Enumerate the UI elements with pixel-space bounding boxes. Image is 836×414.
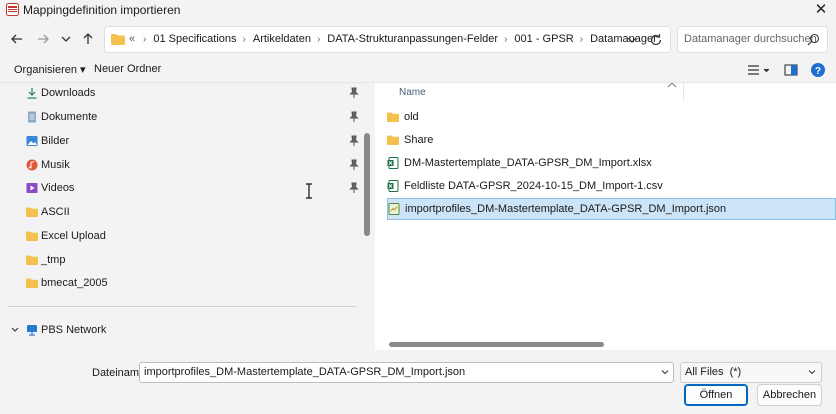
pin-icon [349, 182, 359, 193]
file-name: Share [404, 134, 434, 146]
excel-icon [387, 180, 399, 192]
list-item[interactable]: old [387, 106, 836, 128]
column-header-name[interactable]: Name [399, 87, 426, 98]
file-name: importprofiles_DM-Mastertemplate_DATA-GP… [405, 203, 727, 215]
pin-icon [349, 87, 359, 98]
sort-indicator-icon [667, 83, 677, 88]
sidebar-item-label: PBS Network [41, 324, 107, 336]
filename-value: importprofiles_DM-Mastertemplate_DATA-GP… [144, 366, 466, 378]
sidebar-item-label: Bilder [41, 135, 70, 147]
sidebar-item-label: bmecat_2005 [41, 277, 108, 289]
folder-icon [111, 34, 125, 45]
folder-icon [387, 135, 399, 145]
help-icon[interactable]: ? [809, 61, 827, 79]
search-box[interactable]: Datamanager durchsuchen [677, 26, 828, 53]
file-name-area: Dateiname: importprofiles_DM-Mastertempl… [0, 350, 836, 414]
breadcrumb-item[interactable]: 001 - GPSR [514, 33, 573, 45]
chevron-down-icon[interactable] [660, 367, 670, 377]
preview-pane-icon[interactable] [782, 61, 800, 79]
sidebar-item-ascii[interactable]: ASCII [26, 202, 366, 222]
sidebar-item-label: ASCII [41, 206, 70, 218]
video-icon [26, 183, 38, 193]
picture-icon [26, 136, 38, 146]
cancel-button[interactable]: Abbrechen [757, 384, 822, 406]
command-bar: Organisieren ▾ Neuer Ordner ? [0, 58, 836, 82]
pin-icon [349, 159, 359, 170]
app-icon [6, 3, 19, 16]
list-item[interactable]: Feldliste DATA-GPSR_2024-10-15_DM_Import… [387, 175, 836, 197]
json-file-icon [388, 203, 400, 215]
sidebar-item-downloads[interactable]: Downloads [26, 83, 366, 103]
close-icon[interactable]: ✕ [812, 1, 830, 19]
file-type-value: All Files (*) [685, 366, 742, 378]
filename-input[interactable]: importprofiles_DM-Mastertemplate_DATA-GP… [139, 362, 674, 383]
new-folder-button[interactable]: Neuer Ordner [94, 63, 161, 75]
breadcrumb-item[interactable]: DATA-Strukturanpassungen-Felder [327, 33, 498, 45]
file-list: Name old Share DM-Mastertemplate_DATA-GP… [375, 83, 836, 350]
network-icon [27, 325, 37, 336]
file-type-select[interactable]: All Files (*) [680, 362, 822, 383]
sidebar-item-bmecat[interactable]: bmecat_2005 [26, 273, 366, 293]
folder-icon [26, 231, 38, 241]
window-title: Mappingdefinition importieren [23, 3, 181, 17]
chevron-down-icon[interactable] [807, 367, 817, 377]
folder-icon [387, 112, 399, 122]
list-item-selected[interactable]: importprofiles_DM-Mastertemplate_DATA-GP… [387, 198, 836, 220]
refresh-icon[interactable] [648, 32, 664, 48]
file-name: old [404, 111, 419, 123]
divider [8, 306, 356, 307]
sidebar-item-pictures[interactable]: Bilder [26, 131, 366, 151]
address-bar[interactable]: « › 01 Specifications › Artikeldaten › D… [104, 26, 671, 53]
organize-button[interactable]: Organisieren ▾ [14, 63, 86, 76]
folder-icon [26, 255, 38, 265]
excel-icon [387, 157, 399, 169]
sidebar-item-label: Excel Upload [41, 230, 106, 242]
sidebar-item-pbs-network[interactable]: PBS Network [10, 320, 350, 340]
column-divider[interactable] [683, 83, 684, 101]
view-options-icon[interactable] [745, 61, 773, 79]
music-icon [26, 159, 38, 171]
sidebar-item-label: _tmp [41, 254, 66, 266]
address-overflow[interactable]: « [129, 33, 135, 45]
list-item[interactable]: DM-Mastertemplate_DATA-GPSR_DM_Import.xl… [387, 152, 836, 174]
forward-arrow-icon[interactable] [33, 29, 53, 49]
file-name: Feldliste DATA-GPSR_2024-10-15_DM_Import… [404, 180, 663, 192]
breadcrumb: › 01 Specifications › Artikeldaten › DAT… [143, 33, 657, 45]
list-item[interactable]: Share [387, 129, 836, 151]
sidebar-item-tmp[interactable]: _tmp [26, 250, 366, 270]
sidebar-item-videos[interactable]: Videos [26, 178, 366, 198]
sidebar-item-documents[interactable]: Dokumente [26, 107, 366, 127]
chevron-down-icon[interactable] [10, 324, 20, 336]
text-cursor-icon [306, 183, 312, 199]
file-name: DM-Mastertemplate_DATA-GPSR_DM_Import.xl… [404, 157, 652, 169]
sidebar-item-label: Dokumente [41, 111, 98, 123]
chevron-down-icon[interactable] [624, 32, 640, 48]
search-input[interactable]: Datamanager durchsuchen [684, 33, 817, 45]
horizontal-scrollbar[interactable] [389, 342, 604, 347]
navigation-pane: Downloads Dokumente Bilder Musik Videos … [0, 83, 373, 350]
sidebar-item-label: Videos [41, 182, 75, 194]
breadcrumb-item[interactable]: 01 Specifications [153, 33, 236, 45]
sidebar-item-label: Downloads [41, 87, 96, 99]
breadcrumb-item[interactable]: Artikeldaten [253, 33, 311, 45]
navigation-bar: « › 01 Specifications › Artikeldaten › D… [0, 20, 836, 58]
sidebar-item-music[interactable]: Musik [26, 155, 366, 175]
back-arrow-icon[interactable] [7, 29, 27, 49]
svg-text:?: ? [815, 66, 821, 77]
scrollbar[interactable] [364, 133, 370, 236]
title-bar: Mappingdefinition importieren ✕ [0, 0, 836, 20]
document-icon [28, 111, 36, 123]
recent-locations-chevron-icon[interactable] [56, 29, 76, 49]
sidebar-item-label: Musik [41, 159, 70, 171]
pin-icon [349, 111, 359, 122]
sidebar-item-excel-upload[interactable]: Excel Upload [26, 226, 366, 246]
folder-icon [26, 278, 38, 288]
open-button[interactable]: Öffnen [684, 384, 748, 406]
search-icon[interactable] [807, 33, 820, 46]
up-arrow-icon[interactable] [78, 29, 98, 49]
download-icon [27, 88, 37, 99]
folder-icon [26, 207, 38, 217]
pin-icon [349, 135, 359, 146]
